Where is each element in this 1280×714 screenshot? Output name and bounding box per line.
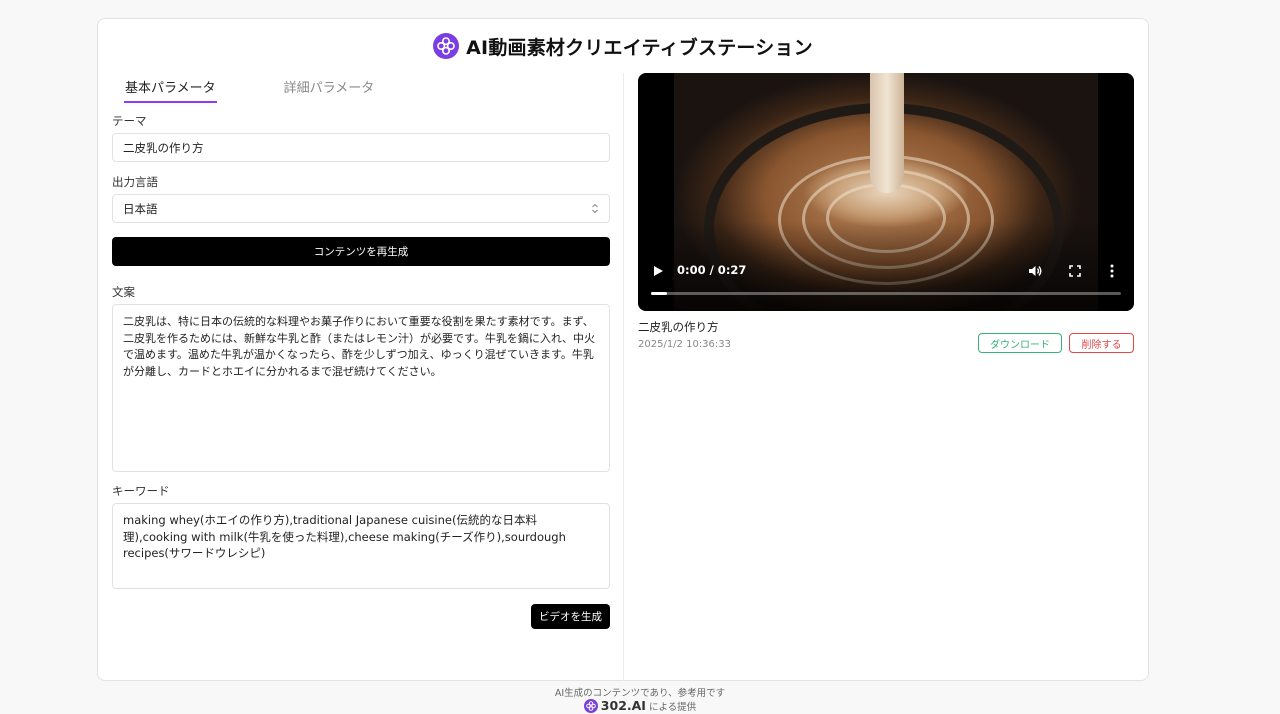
- theme-input-value: 二皮乳の作り方: [123, 140, 204, 155]
- script-label: 文案: [112, 285, 135, 299]
- theme-label: テーマ: [112, 114, 147, 128]
- provided-by-text: による提供: [648, 701, 697, 713]
- script-textarea[interactable]: 二皮乳は、特に日本の伝統的な料理やお菓子作りにおいて重要な役割を果たす素材です。…: [112, 304, 610, 472]
- footer-brand[interactable]: 302.AI による提供: [0, 698, 1280, 713]
- script-textarea-value: 二皮乳は、特に日本の伝統的な料理やお菓子作りにおいて重要な役割を果たす素材です。…: [123, 315, 596, 378]
- tab-basic-params[interactable]: 基本パラメータ: [124, 77, 217, 103]
- milk-pour: [870, 73, 904, 193]
- video-date: 2025/1/2 10:36:33: [638, 339, 732, 350]
- volume-icon[interactable]: [1028, 264, 1042, 278]
- main-card: AI動画素材クリエイティブステーション 基本パラメータ 詳細パラメータ テーマ …: [97, 18, 1149, 681]
- video-progress-fill: [651, 292, 668, 295]
- theme-input[interactable]: 二皮乳の作り方: [112, 133, 610, 162]
- video-time: 0:00 / 0:27: [677, 263, 747, 277]
- video-title: 二皮乳の作り方: [638, 320, 719, 334]
- language-label: 出力言語: [112, 175, 158, 189]
- keywords-label: キーワード: [112, 484, 170, 498]
- language-select[interactable]: 日本語: [112, 194, 610, 223]
- column-divider: [623, 73, 624, 681]
- footer-disclaimer: AI生成のコンテンツであり、参考用です: [554, 688, 726, 699]
- video-player[interactable]: 0:00 / 0:27: [638, 73, 1134, 311]
- header: AI動画素材クリエイティブステーション: [98, 31, 1148, 61]
- play-icon[interactable]: [654, 266, 663, 276]
- app-logo-icon: [433, 33, 460, 59]
- param-tabs: 基本パラメータ 詳細パラメータ: [124, 77, 375, 103]
- keywords-textarea[interactable]: making whey(ホエイの作り方),traditional Japanes…: [112, 503, 610, 589]
- more-vertical-icon[interactable]: [1108, 263, 1116, 279]
- page-title: AI動画素材クリエイティブステーション: [466, 36, 813, 59]
- download-button[interactable]: ダウンロード: [978, 333, 1062, 353]
- regenerate-content-button[interactable]: コンテンツを再生成: [112, 237, 610, 266]
- video-progress-bar[interactable]: [651, 292, 1121, 295]
- language-select-value: 日本語: [123, 201, 158, 216]
- video-controls: 0:00 / 0:27: [638, 261, 1134, 281]
- delete-button[interactable]: 削除する: [1069, 333, 1134, 353]
- brand-logo-icon: [583, 698, 598, 713]
- generate-video-button[interactable]: ビデオを生成: [531, 604, 610, 629]
- chevron-updown-icon: [592, 203, 598, 214]
- brand-name: 302.AI: [600, 698, 646, 713]
- keywords-textarea-value: making whey(ホエイの作り方),traditional Japanes…: [123, 513, 566, 560]
- tab-advanced-params[interactable]: 詳細パラメータ: [283, 77, 376, 103]
- fullscreen-icon[interactable]: [1068, 264, 1082, 278]
